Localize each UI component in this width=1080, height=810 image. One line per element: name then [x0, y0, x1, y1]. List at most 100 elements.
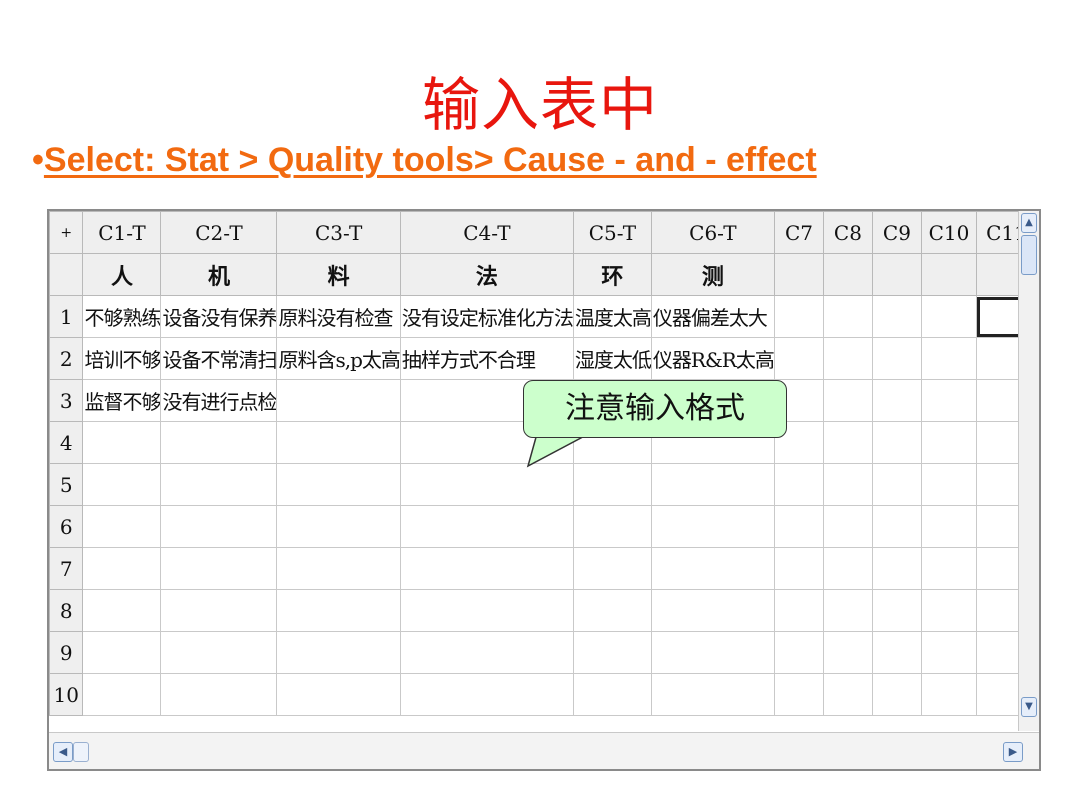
vertical-scrollbar[interactable]: ▲ ▼ — [1018, 211, 1039, 731]
scroll-left-arrow-icon[interactable]: ◀ — [53, 742, 73, 762]
data-cell[interactable]: 温度太高 — [572, 295, 652, 338]
column-header[interactable]: C1-T — [82, 211, 162, 254]
data-cell[interactable] — [823, 463, 873, 506]
data-cell[interactable]: 仪器偏差太大 — [650, 295, 775, 338]
data-cell[interactable] — [871, 295, 923, 338]
column-header[interactable]: C4-T — [399, 211, 574, 254]
column-header[interactable]: C2-T — [160, 211, 278, 254]
column-name-cell[interactable]: 料 — [276, 253, 401, 296]
data-cell[interactable] — [650, 673, 775, 716]
scroll-right-arrow-icon[interactable]: ▶ — [1003, 742, 1023, 762]
data-cell[interactable] — [871, 631, 923, 674]
data-cell[interactable] — [399, 673, 574, 716]
data-cell[interactable]: 原料含s,p太高 — [276, 337, 401, 380]
data-cell[interactable] — [399, 547, 574, 590]
data-cell[interactable] — [823, 547, 873, 590]
data-cell[interactable] — [871, 421, 923, 464]
data-cell[interactable] — [921, 337, 977, 380]
data-cell[interactable] — [871, 589, 923, 632]
corner-cell[interactable]: + — [48, 211, 84, 254]
data-cell[interactable] — [921, 505, 977, 548]
data-cell[interactable] — [572, 505, 652, 548]
data-cell[interactable] — [276, 505, 401, 548]
data-cell[interactable] — [871, 547, 923, 590]
data-cell[interactable] — [160, 631, 278, 674]
row-number[interactable]: 8 — [48, 589, 84, 632]
data-cell[interactable] — [823, 505, 873, 548]
column-name-cell[interactable]: 人 — [82, 253, 162, 296]
data-cell[interactable]: 原料没有检查 — [276, 295, 401, 338]
column-header[interactable]: C3-T — [276, 211, 401, 254]
data-cell[interactable] — [773, 631, 825, 674]
data-cell[interactable] — [871, 673, 923, 716]
data-cell[interactable]: 湿度太低 — [572, 337, 652, 380]
data-cell[interactable] — [650, 589, 775, 632]
data-cell[interactable] — [871, 337, 923, 380]
data-cell[interactable] — [823, 421, 873, 464]
column-name-cell[interactable] — [921, 253, 977, 296]
data-cell[interactable] — [871, 505, 923, 548]
data-cell[interactable] — [82, 589, 162, 632]
data-cell[interactable] — [823, 379, 873, 422]
row-number[interactable]: 4 — [48, 421, 84, 464]
data-cell[interactable] — [572, 631, 652, 674]
data-cell[interactable] — [921, 631, 977, 674]
data-cell[interactable] — [160, 547, 278, 590]
data-cell[interactable] — [773, 589, 825, 632]
data-cell[interactable]: 不够熟练 — [82, 295, 162, 338]
row-number[interactable]: 10 — [48, 673, 84, 716]
column-name-cell[interactable]: 环 — [572, 253, 652, 296]
data-cell[interactable] — [921, 463, 977, 506]
column-name-cell[interactable]: 机 — [160, 253, 278, 296]
data-cell[interactable] — [276, 379, 401, 422]
data-cell[interactable] — [276, 589, 401, 632]
data-cell[interactable]: 没有进行点检 — [160, 379, 278, 422]
row-number[interactable]: 5 — [48, 463, 84, 506]
data-cell[interactable] — [82, 547, 162, 590]
data-cell[interactable] — [921, 295, 977, 338]
data-cell[interactable]: 培训不够 — [82, 337, 162, 380]
column-header[interactable]: C10 — [921, 211, 977, 254]
data-cell[interactable] — [773, 463, 825, 506]
data-cell[interactable]: 仪器R&R太高 — [650, 337, 775, 380]
data-cell[interactable] — [82, 631, 162, 674]
column-header[interactable]: C9 — [871, 211, 923, 254]
data-cell[interactable] — [823, 337, 873, 380]
data-cell[interactable] — [773, 673, 825, 716]
column-name-cell[interactable] — [773, 253, 825, 296]
data-cell[interactable] — [823, 673, 873, 716]
data-cell[interactable] — [921, 589, 977, 632]
data-cell[interactable] — [921, 547, 977, 590]
data-cell[interactable]: 没有设定标准化方法 — [399, 295, 574, 338]
column-name-cell[interactable] — [871, 253, 923, 296]
data-cell[interactable]: 监督不够 — [82, 379, 162, 422]
column-header[interactable]: C6-T — [650, 211, 775, 254]
vertical-scroll-thumb[interactable] — [1021, 235, 1037, 275]
row-number[interactable]: 3 — [48, 379, 84, 422]
scroll-down-arrow-icon[interactable]: ▼ — [1021, 697, 1037, 717]
column-header[interactable]: C8 — [823, 211, 873, 254]
data-cell[interactable] — [572, 589, 652, 632]
row-number[interactable]: 1 — [48, 295, 84, 338]
row-number[interactable]: 2 — [48, 337, 84, 380]
data-cell[interactable] — [921, 379, 977, 422]
data-cell[interactable] — [276, 631, 401, 674]
column-header[interactable]: C5-T — [572, 211, 652, 254]
data-cell[interactable] — [773, 547, 825, 590]
horizontal-scroll-thumb[interactable] — [73, 742, 89, 762]
data-cell[interactable] — [399, 505, 574, 548]
data-cell[interactable] — [276, 421, 401, 464]
data-cell[interactable] — [276, 547, 401, 590]
column-name-cell[interactable]: 法 — [399, 253, 574, 296]
data-cell[interactable]: 抽样方式不合理 — [399, 337, 574, 380]
data-cell[interactable] — [160, 421, 278, 464]
data-cell[interactable]: 设备不常清扫 — [160, 337, 278, 380]
data-cell[interactable] — [650, 547, 775, 590]
data-cell[interactable]: 设备没有保养 — [160, 295, 278, 338]
data-cell[interactable] — [82, 421, 162, 464]
data-cell[interactable] — [823, 631, 873, 674]
data-cell[interactable] — [921, 421, 977, 464]
data-cell[interactable] — [921, 673, 977, 716]
data-cell[interactable] — [160, 463, 278, 506]
data-cell[interactable] — [773, 505, 825, 548]
